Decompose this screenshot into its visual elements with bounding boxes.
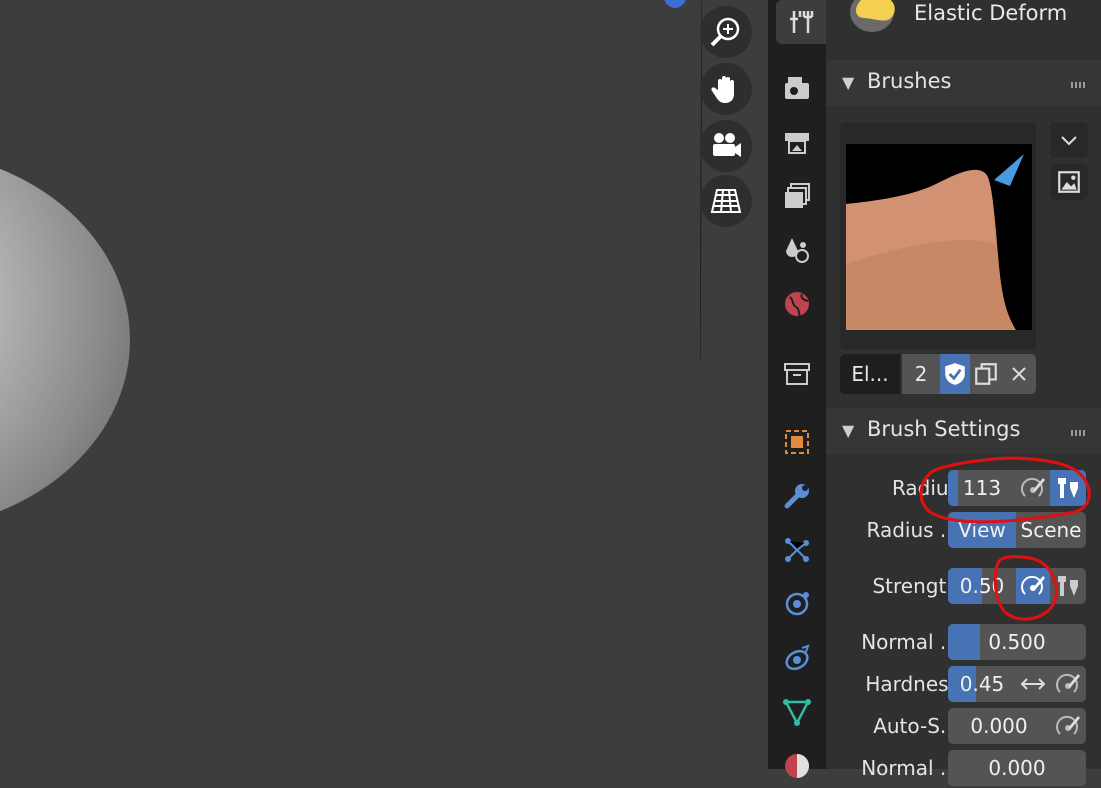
- world-icon: [785, 292, 809, 317]
- properties-panel: Elastic Deform ▼ Brushes El... 2 ▼ Brush…: [826, 0, 1101, 786]
- drag-grip-icon[interactable]: [1071, 82, 1085, 88]
- tab-scene[interactable]: [774, 228, 820, 272]
- constraints-icon: [785, 644, 810, 671]
- strength-label: Strength: [872, 574, 959, 598]
- brush-settings-section-title: Brush Settings: [867, 417, 1021, 441]
- chevron-down-icon: [1061, 136, 1077, 146]
- hardness-slider[interactable]: 0.45: [948, 666, 1016, 702]
- auto-smooth-pressure-toggle[interactable]: [1050, 708, 1086, 744]
- radius-unit-view-option[interactable]: View: [948, 512, 1016, 548]
- properties-tab-bar: [768, 0, 826, 778]
- radius-unit-scene-option[interactable]: Scene: [1016, 512, 1086, 548]
- data-icon: [783, 699, 811, 726]
- viewport-edge-line: [700, 0, 702, 360]
- active-tool-name: Elastic Deform: [914, 1, 1068, 25]
- render-icon: [785, 77, 809, 99]
- collapse-arrow-icon: ▼: [842, 73, 855, 92]
- active-tool-header: Elastic Deform: [826, 0, 1101, 48]
- pen-pressure-icon: [1056, 715, 1080, 735]
- tool-icon: [790, 11, 814, 33]
- tab-output[interactable]: [774, 120, 820, 164]
- brushes-section-title: Brushes: [867, 69, 952, 93]
- brush-users-count[interactable]: 2: [902, 354, 940, 394]
- radius-field[interactable]: 113: [948, 470, 1016, 506]
- collection-icon: [784, 363, 810, 385]
- close-icon: [1012, 367, 1026, 381]
- pen-pressure-icon: [1021, 575, 1045, 595]
- physics-icon: [785, 592, 809, 616]
- tab-view-layer[interactable]: [774, 174, 820, 218]
- tab-render[interactable]: [774, 66, 820, 110]
- radius-unified-toggle[interactable]: [1050, 470, 1086, 506]
- hardness-invert-toggle[interactable]: [1016, 666, 1050, 702]
- hardness-label: Hardness: [865, 672, 959, 696]
- modifier-icon: [784, 484, 809, 509]
- unified-settings-icon: [1058, 478, 1078, 498]
- grid-perspective-icon[interactable]: [700, 175, 752, 227]
- brushes-section-header[interactable]: ▼ Brushes: [826, 60, 1101, 106]
- tab-object[interactable]: [774, 420, 820, 464]
- tab-modifier[interactable]: [774, 474, 820, 518]
- brush-preview-box[interactable]: [840, 122, 1036, 350]
- strength-unified-toggle[interactable]: [1050, 568, 1086, 604]
- fake-user-button[interactable]: [940, 354, 970, 394]
- particles-icon: [785, 538, 809, 562]
- radius-unit-label: Radius ...: [866, 518, 960, 542]
- tab-collection[interactable]: [774, 352, 820, 396]
- material-icon: [785, 754, 809, 778]
- image-icon: [1058, 171, 1080, 193]
- tab-constraints[interactable]: [774, 636, 820, 680]
- tab-physics[interactable]: [774, 582, 820, 626]
- brush-name-field[interactable]: El...: [840, 354, 900, 394]
- auto-smooth-slider[interactable]: 0.000: [948, 708, 1050, 744]
- strength-pressure-toggle[interactable]: [1016, 568, 1050, 604]
- collapse-arrow-icon: ▼: [842, 421, 855, 440]
- brush-preview-image: [846, 144, 1032, 330]
- normal-weight-slider[interactable]: 0.500: [948, 624, 1086, 660]
- zoom-icon[interactable]: [700, 6, 752, 58]
- normal-radius-label: Normal ...: [861, 756, 959, 780]
- tab-material[interactable]: [774, 744, 820, 788]
- tab-data[interactable]: [774, 690, 820, 734]
- view-layer-icon: [785, 183, 810, 208]
- elastic-deform-brush-icon: [850, 0, 895, 32]
- tab-world[interactable]: [774, 282, 820, 326]
- hand-pan-icon[interactable]: [700, 63, 752, 115]
- duplicate-brush-button[interactable]: [970, 354, 1002, 394]
- brush-settings-section-header[interactable]: ▼ Brush Settings: [826, 408, 1101, 454]
- unlink-brush-button[interactable]: [1002, 354, 1036, 394]
- pen-pressure-icon: [1021, 477, 1045, 497]
- tab-particles[interactable]: [774, 528, 820, 572]
- object-icon: [785, 430, 809, 454]
- drag-grip-icon[interactable]: [1071, 430, 1085, 436]
- shield-check-icon: [945, 363, 965, 385]
- hardness-pressure-toggle[interactable]: [1050, 666, 1086, 702]
- scene-icon: [786, 238, 809, 263]
- strength-field[interactable]: 0.50: [948, 568, 1016, 604]
- unified-settings-icon: [1058, 576, 1078, 596]
- brushes-section-body: El... 2: [826, 106, 1101, 404]
- tab-tool[interactable]: [776, 0, 826, 44]
- sculpt-sphere-mesh: [0, 150, 130, 530]
- 3d-viewport[interactable]: [0, 0, 768, 769]
- auto-smooth-label: Auto-S...: [873, 714, 959, 738]
- duplicate-icon: [975, 363, 997, 385]
- camera-icon[interactable]: [700, 120, 752, 172]
- arrows-horizontal-icon: [1020, 678, 1046, 690]
- normal-radius-slider[interactable]: 0.000: [948, 750, 1086, 786]
- normal-weight-label: Normal ...: [861, 630, 959, 654]
- pen-pressure-icon: [1056, 673, 1080, 693]
- brush-custom-icon-button[interactable]: [1050, 164, 1088, 200]
- radius-pressure-toggle[interactable]: [1016, 470, 1050, 506]
- axis-gizmo-dot[interactable]: [664, 0, 686, 8]
- output-icon: [785, 133, 809, 154]
- brush-browse-dropdown[interactable]: [1050, 122, 1088, 158]
